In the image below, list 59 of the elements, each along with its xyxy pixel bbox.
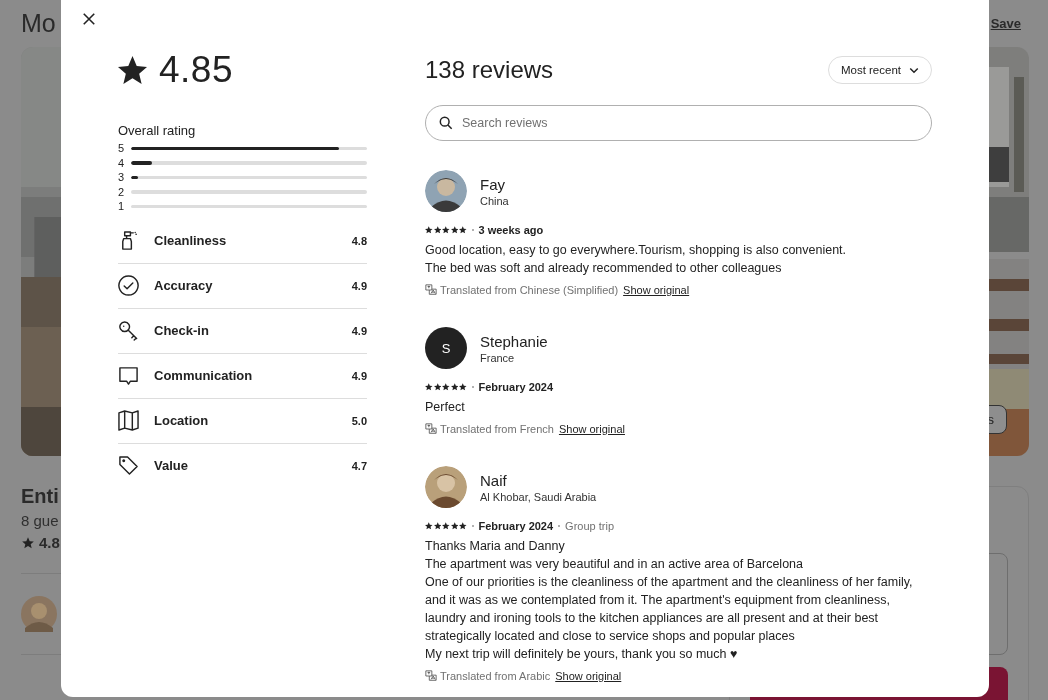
translation-note: Translated from Chinese (Simplified) bbox=[440, 284, 619, 296]
show-original-link[interactable]: Show original bbox=[558, 423, 625, 435]
rating-level-label: 4 bbox=[118, 156, 126, 169]
translate-icon bbox=[425, 423, 437, 435]
review-text: Thanks Maria and Danny The apartment was very beautiful and in an active area of Barcelona One of our priorities is the cleanliness of the apartment and the cleanliness of her family, and it was as we contemplated from it. The apartment's equipment from cleanliness, laundry and ironing tools to the kitchen appliances are all present and at their best strategically located and close to service shops and popular places My next trip will definitely be yours, thank you so much ♥ bbox=[425, 538, 914, 663]
reviewer-location: China bbox=[480, 193, 509, 208]
category-score: 5.0 bbox=[351, 414, 367, 427]
rating-level-label: 3 bbox=[118, 171, 126, 184]
reviewer-name: Stephanie bbox=[480, 331, 548, 351]
category-label: Check-in bbox=[154, 323, 210, 338]
translate-icon bbox=[425, 670, 437, 682]
key-icon bbox=[118, 320, 139, 341]
overall-rating-label: Overall rating bbox=[118, 123, 197, 139]
category-label: Cleanliness bbox=[154, 233, 228, 248]
category-label: Location bbox=[154, 413, 210, 428]
show-original-link[interactable]: Show original bbox=[555, 670, 622, 682]
category-label: Communication bbox=[154, 368, 254, 383]
reviewer-name: Naif bbox=[480, 470, 508, 490]
rating-value: 4.8 bbox=[39, 534, 60, 551]
close-button[interactable] bbox=[80, 10, 98, 28]
reviews-count-heading: 138 reviews bbox=[425, 56, 554, 84]
rating-level-label: 5 bbox=[118, 142, 126, 155]
reviewer-name: Fay bbox=[480, 174, 506, 194]
listing-heading: Mo bbox=[21, 9, 56, 38]
translate-icon bbox=[425, 284, 437, 296]
category-label: Value bbox=[154, 458, 189, 473]
star-icon bbox=[118, 56, 147, 84]
speech-bubble-icon bbox=[118, 365, 139, 386]
category-score: 4.9 bbox=[351, 369, 367, 382]
rating-level-label: 2 bbox=[118, 185, 126, 198]
chevron-icon bbox=[909, 66, 919, 74]
trip-type: Group trip bbox=[565, 520, 615, 532]
rating-level-label: 1 bbox=[118, 200, 126, 213]
map-icon bbox=[118, 410, 139, 431]
avatar-initial: S bbox=[425, 327, 467, 369]
search-field[interactable]: Search reviews bbox=[425, 105, 932, 141]
category-score: 4.9 bbox=[351, 324, 367, 337]
category-score: 4.8 bbox=[351, 234, 367, 247]
star-icon bbox=[21, 535, 35, 550]
listing-details: 8 gue bbox=[21, 512, 59, 529]
translation-note: Translated from French bbox=[440, 423, 554, 435]
listing-title: Enti bbox=[21, 485, 59, 508]
category-label: Accuracy bbox=[154, 278, 214, 293]
review-date: February 2024 bbox=[478, 520, 554, 532]
category-score: 4.9 bbox=[351, 279, 367, 292]
category-score: 4.7 bbox=[351, 459, 367, 472]
translation-note: Translated from Arabic bbox=[440, 670, 551, 682]
review-date: February 2024 bbox=[478, 381, 554, 393]
review-text: Perfect bbox=[425, 399, 466, 416]
show-original-link[interactable]: Show original bbox=[623, 284, 690, 296]
reviewer-location: Al Khobar, Saudi Arabia bbox=[480, 489, 597, 504]
search-icon bbox=[439, 116, 453, 130]
overall-rating-value: 4.85 bbox=[159, 49, 233, 91]
tag-icon bbox=[118, 455, 139, 476]
sort-dropdown[interactable]: Most recent bbox=[827, 56, 932, 84]
review-text: Good location, easy to go everywhere.Tourism, shopping is also convenient. The bed was soft and already recommended to other colleagues bbox=[425, 242, 848, 277]
save-link[interactable]: Save bbox=[990, 16, 1021, 31]
review-date: 3 weeks ago bbox=[478, 224, 544, 236]
reviewer-location: France bbox=[480, 350, 516, 365]
